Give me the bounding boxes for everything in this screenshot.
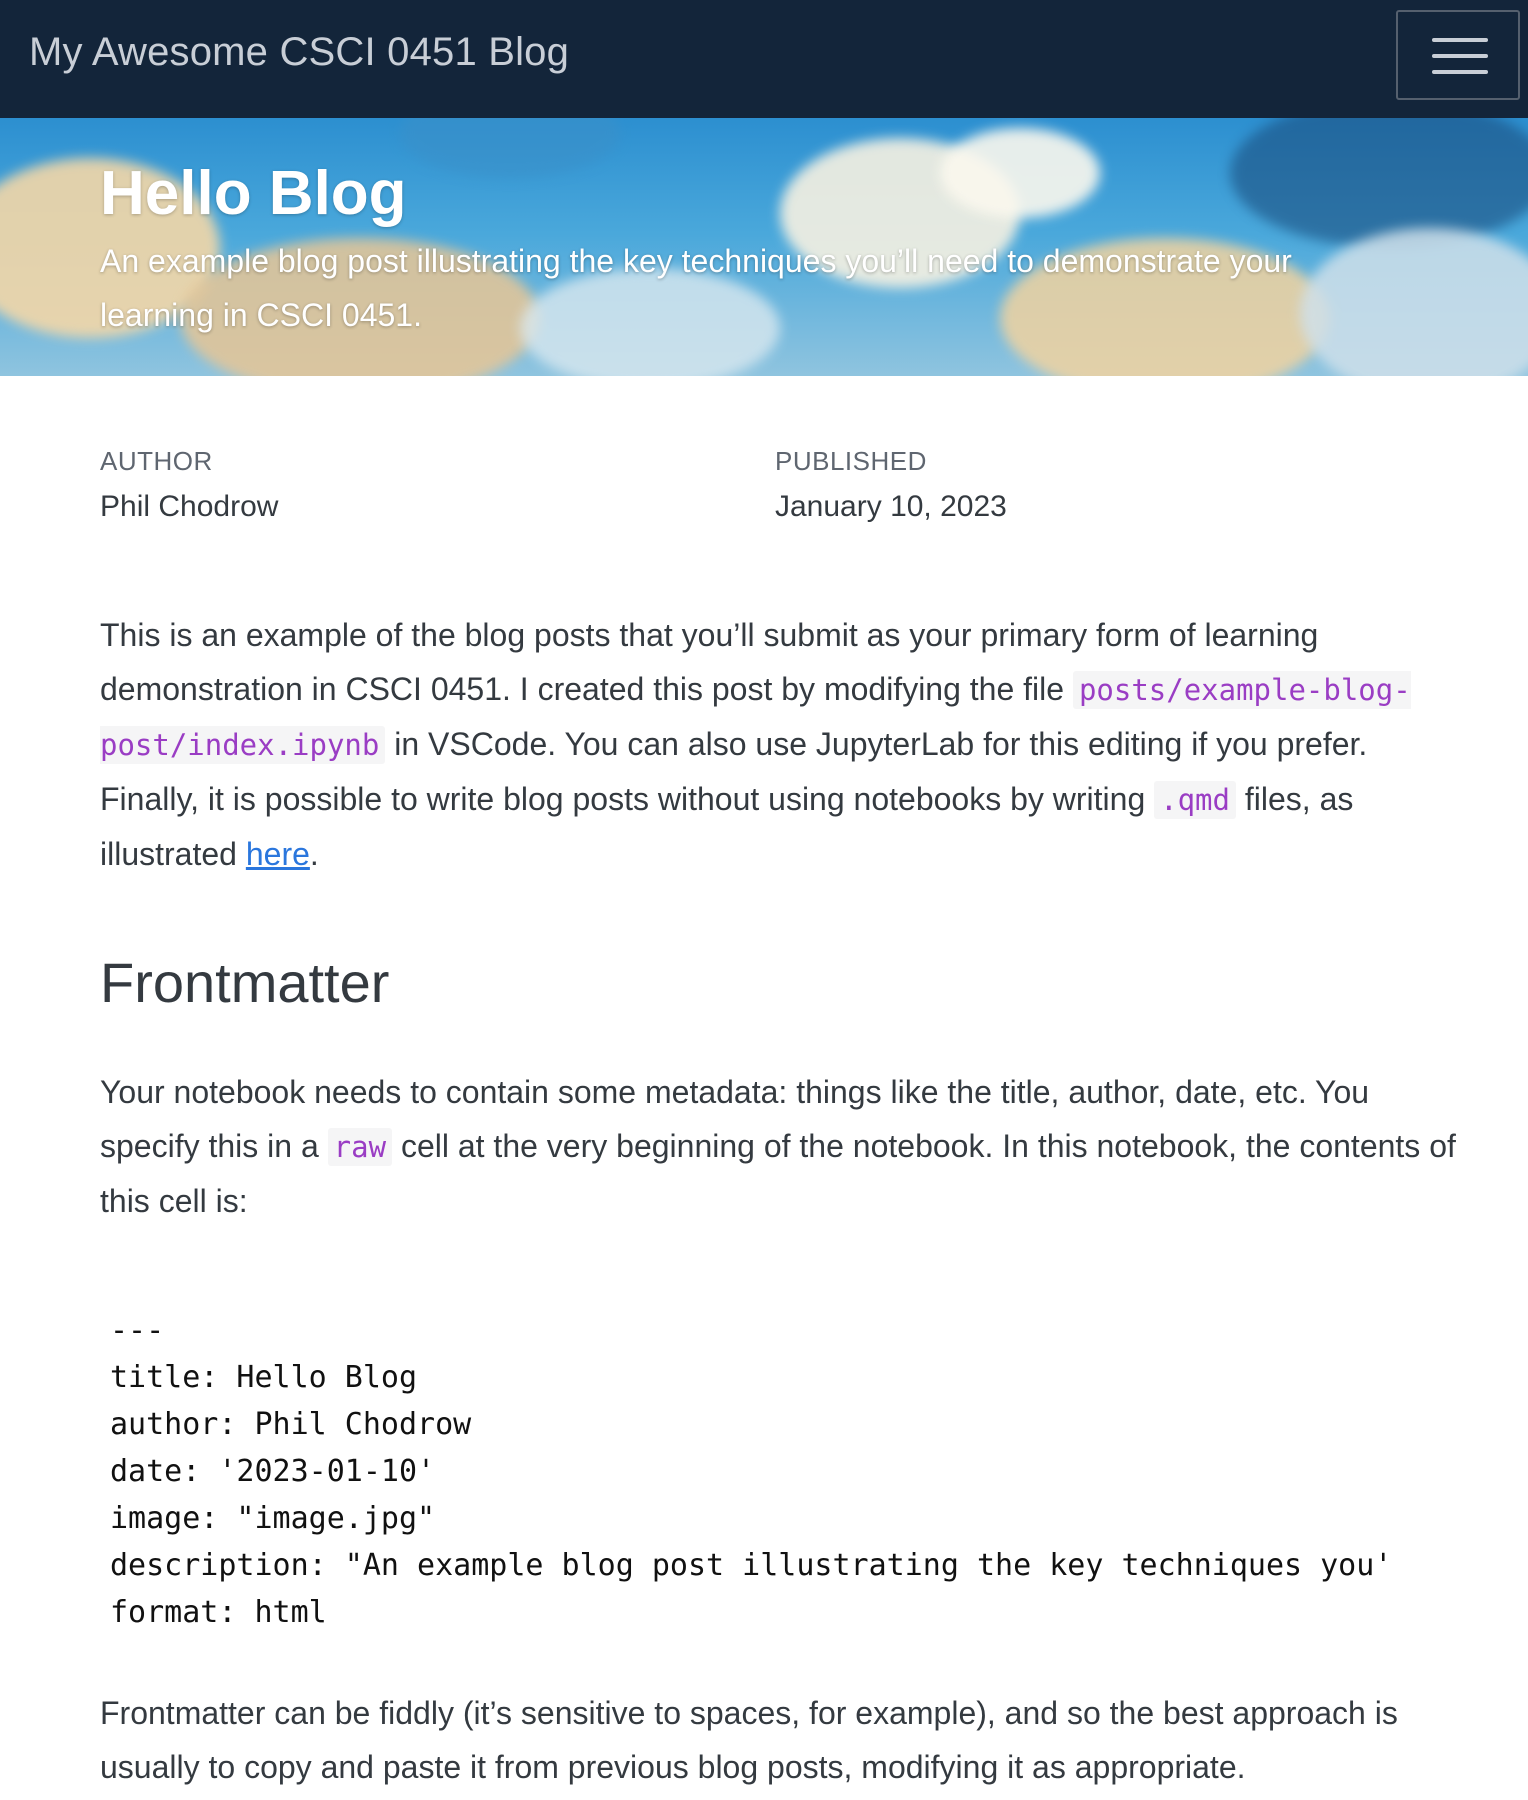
site-brand[interactable]: My Awesome CSCI 0451 Blog	[29, 30, 569, 75]
hamburger-menu-button[interactable]	[1396, 10, 1520, 100]
post-description: An example blog post illustrating the ke…	[100, 243, 1292, 333]
inline-code-raw: raw	[327, 1128, 393, 1166]
code-line: image: "image.jpg"	[110, 1501, 436, 1536]
frontmatter-intro: Your notebook needs to contain some meta…	[100, 1065, 1460, 1228]
navbar: My Awesome CSCI 0451 Blog	[0, 0, 1528, 118]
code-line: description: "An example blog post illus…	[110, 1548, 1393, 1583]
title-banner: Hello Blog An example blog post illustra…	[0, 118, 1528, 376]
frontmatter-after-paragraph: Frontmatter can be fiddly (it’s sensitiv…	[100, 1695, 1398, 1785]
frontmatter-outro: Frontmatter can be fiddly (it’s sensitiv…	[100, 1686, 1460, 1794]
code-line: format: html	[110, 1595, 327, 1630]
inline-code-qmd: .qmd	[1154, 781, 1236, 819]
intro-section: This is an example of the blog posts tha…	[100, 608, 1460, 881]
frontmatter-paragraph: Your notebook needs to contain some meta…	[100, 1074, 1456, 1219]
intro-paragraph: This is an example of the blog posts tha…	[100, 617, 1411, 872]
frontmatter-code-block: --- title: Hello Blog author: Phil Chodrow…	[100, 1260, 1528, 1640]
frontmatter-heading: Frontmatter	[100, 951, 390, 1014]
frontmatter-section: Frontmatter	[100, 950, 1460, 1015]
here-link[interactable]: here	[246, 836, 310, 872]
author-name: Phil Chodrow	[100, 490, 279, 523]
published-label: PUBLISHED	[775, 446, 927, 476]
post-title: Hello Blog	[100, 159, 407, 228]
author-label: AUTHOR	[100, 446, 213, 476]
code-line: date: '2023-01-10'	[110, 1454, 436, 1489]
code-line: author: Phil Chodrow	[110, 1407, 472, 1442]
code-line: title: Hello Blog	[110, 1360, 418, 1395]
published-date: January 10, 2023	[775, 490, 1007, 523]
code-line: ---	[110, 1636, 1528, 1640]
code-line: ---	[110, 1313, 165, 1348]
